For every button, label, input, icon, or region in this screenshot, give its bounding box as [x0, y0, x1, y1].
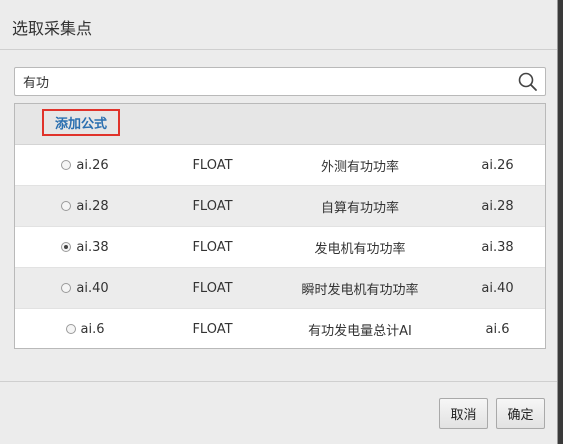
point-code: ai.6 — [485, 321, 510, 337]
radio-button[interactable] — [61, 283, 72, 293]
point-code: ai.38 — [481, 239, 514, 255]
radio-button[interactable] — [61, 201, 72, 211]
point-type: FLOAT — [192, 239, 233, 255]
table-row[interactable]: ai.6 FLOAT 有功发电量总计AI ai.6 — [15, 309, 545, 350]
point-name: 有功发电量总计AI — [308, 323, 412, 339]
search-icon[interactable] — [517, 71, 539, 93]
point-id: ai.26 — [76, 157, 109, 173]
point-type: FLOAT — [192, 198, 233, 214]
point-code: ai.28 — [481, 198, 514, 214]
point-code: ai.40 — [481, 280, 514, 296]
radio-button[interactable] — [65, 324, 76, 334]
table-row[interactable]: ai.28 FLOAT 自算有功功率 ai.28 — [15, 186, 545, 227]
search-box — [14, 67, 546, 96]
point-name: 外测有功功率 — [320, 159, 399, 175]
point-name: 发电机有功功率 — [314, 241, 406, 257]
table-row[interactable]: ai.38 FLOAT 发电机有功功率 ai.38 — [15, 227, 545, 268]
ok-button[interactable]: 确定 — [496, 398, 545, 429]
select-collection-point-dialog: 选取采集点 添加公式 ai.26 FLOAT 外测有功功率 ai.26 ai.2… — [0, 0, 558, 444]
point-type: FLOAT — [192, 157, 233, 173]
add-formula-button[interactable]: 添加公式 — [42, 109, 120, 136]
point-name: 自算有功功率 — [320, 200, 399, 216]
points-table: 添加公式 ai.26 FLOAT 外测有功功率 ai.26 ai.28 FLOA… — [14, 103, 546, 349]
search-input[interactable] — [15, 68, 510, 95]
table-row[interactable]: ai.26 FLOAT 外测有功功率 ai.26 — [15, 145, 545, 186]
point-id: ai.6 — [80, 321, 105, 337]
dialog-title: 选取采集点 — [0, 0, 557, 50]
point-id: ai.40 — [76, 280, 109, 296]
point-name: 瞬时发电机有功功率 — [301, 282, 419, 298]
radio-button[interactable] — [61, 160, 72, 170]
point-code: ai.26 — [481, 157, 514, 173]
table-row[interactable]: ai.40 FLOAT 瞬时发电机有功功率 ai.40 — [15, 268, 545, 309]
dialog-footer: 取消 确定 — [0, 381, 557, 444]
table-header: 添加公式 — [15, 104, 545, 145]
point-type: FLOAT — [192, 321, 233, 337]
radio-button-selected[interactable] — [61, 242, 72, 252]
point-type: FLOAT — [192, 280, 233, 296]
point-id: ai.28 — [76, 198, 109, 214]
cancel-button[interactable]: 取消 — [439, 398, 488, 429]
point-id: ai.38 — [76, 239, 109, 255]
